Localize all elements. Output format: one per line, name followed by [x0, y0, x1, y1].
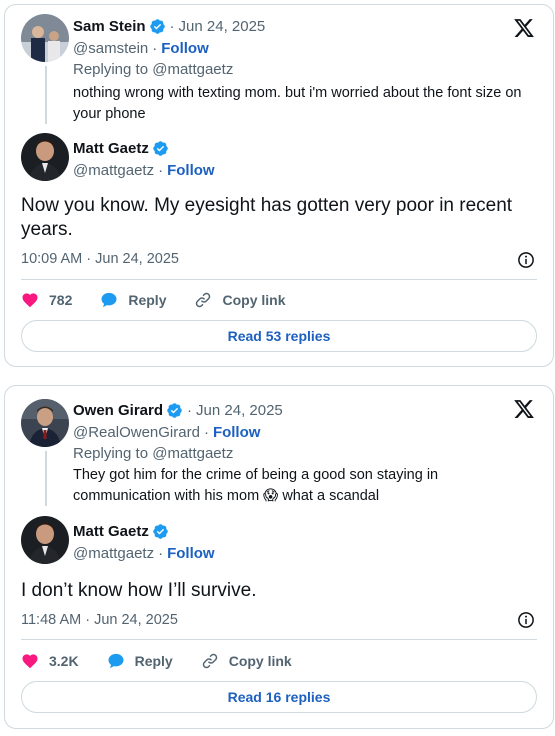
tweet-text: Now you know. My eyesight has gotten ver…	[21, 195, 513, 240]
mention-link[interactable]: @mattgaetz	[152, 445, 233, 462]
divider	[21, 279, 537, 280]
reply-button[interactable]: Reply	[100, 291, 166, 309]
avatar[interactable]	[21, 133, 69, 181]
link-icon	[202, 653, 217, 669]
author-handle[interactable]: @mattgaetz	[73, 545, 154, 562]
author-name[interactable]: Sam Stein	[73, 18, 146, 35]
reply-button[interactable]: Reply	[107, 652, 173, 670]
author-handle[interactable]: @mattgaetz	[73, 162, 154, 179]
verified-badge-icon	[153, 523, 168, 539]
avatar[interactable]	[21, 516, 69, 564]
follow-button[interactable]: Follow	[167, 162, 215, 179]
heart-icon	[22, 654, 38, 669]
like-count: 782	[49, 292, 73, 308]
reply-bubble-icon	[108, 653, 124, 669]
verified-badge-icon	[149, 18, 165, 34]
author-name[interactable]: Matt Gaetz	[73, 523, 149, 540]
x-logo-icon[interactable]	[513, 398, 535, 420]
author-name[interactable]: Owen Girard	[73, 402, 163, 419]
reply-bubble-icon	[101, 292, 117, 308]
tweet-timestamp[interactable]: 10:09 AM · Jun 24, 2025	[21, 251, 179, 267]
reply-text: They got him for the crime of being a go…	[73, 467, 439, 504]
read-replies-button[interactable]: Read 16 replies	[21, 681, 537, 713]
reply-text: nothing wrong with texting mom. but i'm …	[73, 85, 522, 122]
action-bar: 782 Reply Copy link	[21, 291, 314, 309]
x-logo-icon[interactable]	[513, 17, 535, 39]
thread-line	[45, 66, 47, 124]
thread-line	[45, 451, 47, 506]
info-icon[interactable]	[517, 251, 535, 269]
like-button[interactable]: 3.2K	[21, 652, 79, 670]
follow-button[interactable]: Follow	[161, 40, 209, 57]
info-icon[interactable]	[517, 611, 535, 629]
avatar[interactable]	[21, 14, 69, 62]
author-handle[interactable]: @RealOwenGirard	[73, 424, 200, 441]
tweet-text: I don’t know how I’ll survive.	[21, 580, 257, 601]
action-bar: 3.2K Reply Copy link	[21, 652, 320, 670]
mention-link[interactable]: @mattgaetz	[152, 61, 233, 78]
replying-to: Replying to @mattgaetz	[73, 61, 234, 78]
follow-button[interactable]: Follow	[167, 545, 215, 562]
like-count: 3.2K	[49, 653, 79, 669]
read-replies-button[interactable]: Read 53 replies	[21, 320, 537, 352]
tweet-timestamp[interactable]: 11:48 AM · Jun 24, 2025	[21, 612, 178, 628]
embedded-tweet-card: Sam Stein · Jun 24, 2025 @samstein · Fol…	[4, 4, 554, 367]
post-date[interactable]: Jun 24, 2025	[196, 402, 283, 419]
replying-to: Replying to @mattgaetz	[73, 445, 234, 462]
post-date[interactable]: Jun 24, 2025	[179, 18, 266, 35]
verified-badge-icon	[167, 402, 182, 418]
heart-icon	[22, 293, 38, 308]
embedded-tweet-card: Owen Girard · Jun 24, 2025 @RealOwenGira…	[4, 385, 554, 729]
copy-link-button[interactable]: Copy link	[201, 652, 292, 670]
copy-link-button[interactable]: Copy link	[194, 291, 286, 309]
avatar[interactable]	[21, 399, 69, 447]
author-handle[interactable]: @samstein	[73, 40, 148, 57]
link-icon	[196, 292, 211, 308]
verified-badge-icon	[153, 140, 168, 156]
author-name[interactable]: Matt Gaetz	[73, 140, 149, 157]
follow-button[interactable]: Follow	[213, 424, 261, 441]
like-button[interactable]: 782	[21, 291, 72, 309]
divider	[21, 639, 537, 640]
